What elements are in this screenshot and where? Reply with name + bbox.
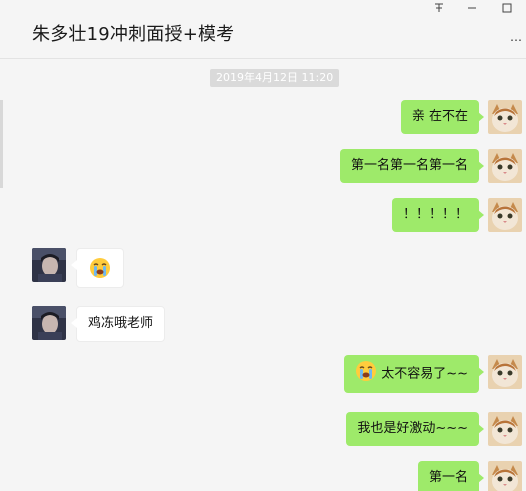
message-bubble[interactable]: ！！！！！ xyxy=(391,198,485,232)
cat-avatar[interactable] xyxy=(488,461,522,491)
message-bubble[interactable]: 亲 在不在 xyxy=(400,100,485,134)
message-text: 第一名 xyxy=(428,470,468,485)
message-bubble[interactable]: 太不容易了~~ xyxy=(344,355,484,393)
chat-title: 朱多壮19冲刺面授+模考 xyxy=(32,24,235,45)
person-avatar[interactable] xyxy=(32,306,66,340)
person-avatar[interactable] xyxy=(32,248,66,282)
crying-face-icon xyxy=(89,249,111,293)
cat-avatar[interactable] xyxy=(488,355,522,389)
message-bubble[interactable] xyxy=(71,248,124,288)
more-icon[interactable]: … xyxy=(510,30,522,44)
message-text: 鸡冻哦老师 xyxy=(88,316,154,331)
cat-avatar[interactable] xyxy=(488,412,522,446)
pin-icon[interactable] xyxy=(431,2,447,16)
message-text: 第一名第一名第一名 xyxy=(350,158,468,173)
message-text: 亲 在不在 xyxy=(411,109,468,124)
maximize-icon[interactable] xyxy=(499,2,515,16)
message-bubble[interactable]: 第一名第一名第一名 xyxy=(339,149,485,183)
message-bubble[interactable]: 我也是好激动~~~ xyxy=(346,412,484,446)
chat-header: 朱多壮19冲刺面授+模考 … xyxy=(0,0,526,59)
minimize-icon[interactable] xyxy=(464,2,480,16)
crying-face-icon xyxy=(355,355,377,393)
message-text: ！！！！！ xyxy=(402,207,468,222)
scrollbar[interactable] xyxy=(0,100,3,188)
chat-window: 朱多壮19冲刺面授+模考 … 2019年4月12日 11:20 亲 在不在 第一… xyxy=(0,0,526,491)
message-bubble[interactable]: 第一名 xyxy=(417,461,485,491)
message-bubble[interactable]: 鸡冻哦老师 xyxy=(70,306,166,342)
message-text: 太不容易了~~ xyxy=(381,366,468,382)
cat-avatar[interactable] xyxy=(488,198,522,232)
message-timestamp: 2019年4月12日 11:20 xyxy=(210,69,340,87)
message-text: 我也是好激动~~~ xyxy=(357,421,468,436)
cat-avatar[interactable] xyxy=(488,149,522,183)
cat-avatar[interactable] xyxy=(488,100,522,134)
